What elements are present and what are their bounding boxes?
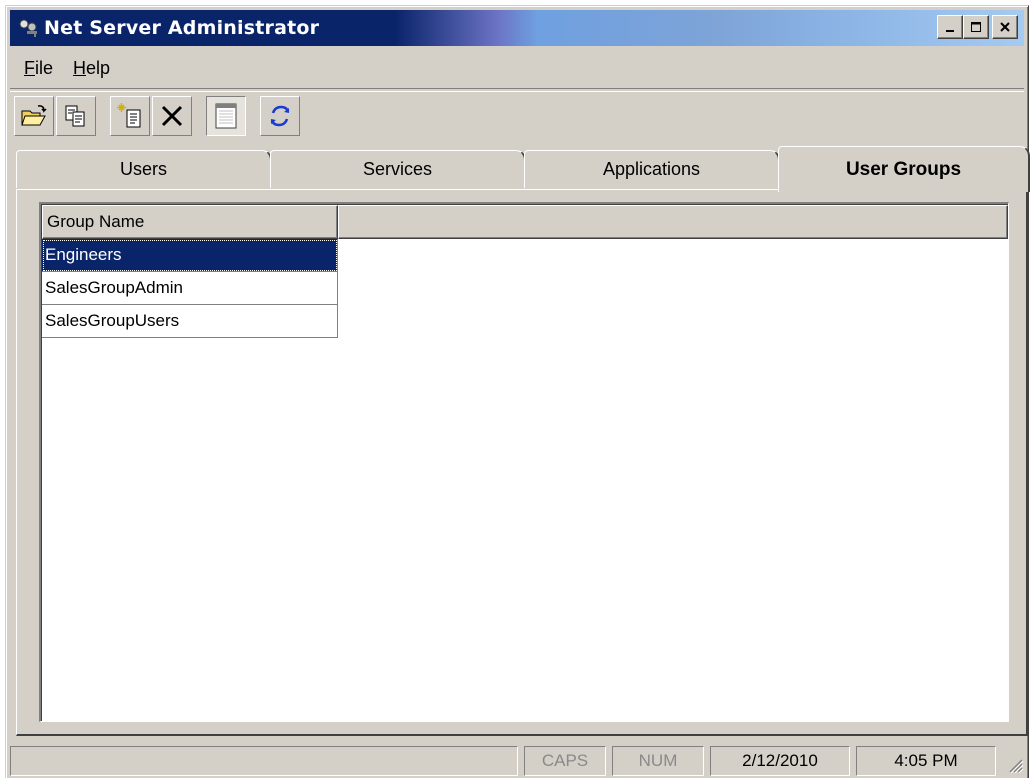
resize-grip-icon[interactable] xyxy=(1006,756,1024,774)
delete-button[interactable] xyxy=(152,96,192,136)
menu-bar: File Help xyxy=(14,54,120,84)
window-controls xyxy=(937,15,1018,39)
list-header: Group Name xyxy=(42,205,1008,239)
tab-users[interactable]: Users xyxy=(16,150,272,188)
status-caps: CAPS xyxy=(524,746,606,776)
list-item-label: SalesGroupAdmin xyxy=(45,278,183,297)
tab-panel: Group Name Engineers SalesGroupAdmin Sal… xyxy=(16,189,1028,736)
status-time: 4:05 PM xyxy=(856,746,996,776)
tab-applications-label: Applications xyxy=(602,159,701,179)
close-button[interactable] xyxy=(992,15,1018,39)
view-toggle-button[interactable] xyxy=(206,96,246,136)
new-button[interactable] xyxy=(110,96,150,136)
window-title: Net Server Administrator xyxy=(44,17,320,39)
delete-icon xyxy=(161,105,183,127)
status-caps-text: CAPS xyxy=(541,751,589,770)
tab-services-label: Services xyxy=(362,159,433,179)
menu-help[interactable]: Help xyxy=(63,54,120,84)
list-item[interactable]: Engineers xyxy=(42,239,338,272)
refresh-button[interactable] xyxy=(260,96,300,136)
menu-file[interactable]: File xyxy=(14,54,63,84)
group-list[interactable]: Group Name Engineers SalesGroupAdmin Sal… xyxy=(39,202,1009,722)
status-message xyxy=(10,746,518,776)
tab-strip: Users Services Applications User Groups xyxy=(16,146,1030,192)
tab-applications[interactable]: Applications xyxy=(524,150,780,188)
tab-user-groups-label: User Groups xyxy=(845,158,962,180)
list-item-label: Engineers xyxy=(45,245,122,264)
tab-user-groups[interactable]: User Groups xyxy=(778,146,1030,192)
menu-file-label: File xyxy=(24,58,54,78)
open-folder-icon xyxy=(21,105,47,126)
minimize-button[interactable] xyxy=(937,15,963,39)
status-date-text: 2/12/2010 xyxy=(742,751,818,770)
new-icon xyxy=(117,103,141,128)
toolbar xyxy=(14,94,302,138)
minimize-icon xyxy=(946,30,954,32)
column-header-group-name[interactable]: Group Name xyxy=(42,205,338,239)
status-date: 2/12/2010 xyxy=(710,746,850,776)
app-window: Net Server Administrator File Help Users… xyxy=(5,5,1030,778)
maximize-icon xyxy=(971,22,981,32)
list-rows: Engineers SalesGroupAdmin SalesGroupUser… xyxy=(42,239,338,338)
status-bar: CAPS NUM 2/12/2010 4:05 PM xyxy=(10,746,1026,776)
open-button[interactable] xyxy=(14,96,54,136)
status-num-text: NUM xyxy=(638,751,678,770)
column-header-empty[interactable] xyxy=(338,205,1008,239)
list-item[interactable]: SalesGroupUsers xyxy=(42,305,338,338)
menu-separator xyxy=(10,88,1024,92)
tab-services[interactable]: Services xyxy=(270,150,526,188)
column-header-label: Group Name xyxy=(47,212,145,231)
list-item[interactable]: SalesGroupAdmin xyxy=(42,272,338,305)
status-time-text: 4:05 PM xyxy=(894,751,958,770)
title-bar[interactable]: Net Server Administrator xyxy=(10,10,1024,46)
menu-help-label: Help xyxy=(73,58,111,78)
maximize-button[interactable] xyxy=(963,15,989,39)
tab-users-label: Users xyxy=(119,159,167,179)
copy-button[interactable] xyxy=(56,96,96,136)
copy-icon xyxy=(65,105,85,127)
list-item-label: SalesGroupUsers xyxy=(45,311,180,330)
refresh-icon xyxy=(270,105,290,127)
status-num: NUM xyxy=(612,746,704,776)
close-icon xyxy=(1000,22,1010,32)
network-key-icon xyxy=(18,17,40,39)
window-icon xyxy=(215,103,237,129)
